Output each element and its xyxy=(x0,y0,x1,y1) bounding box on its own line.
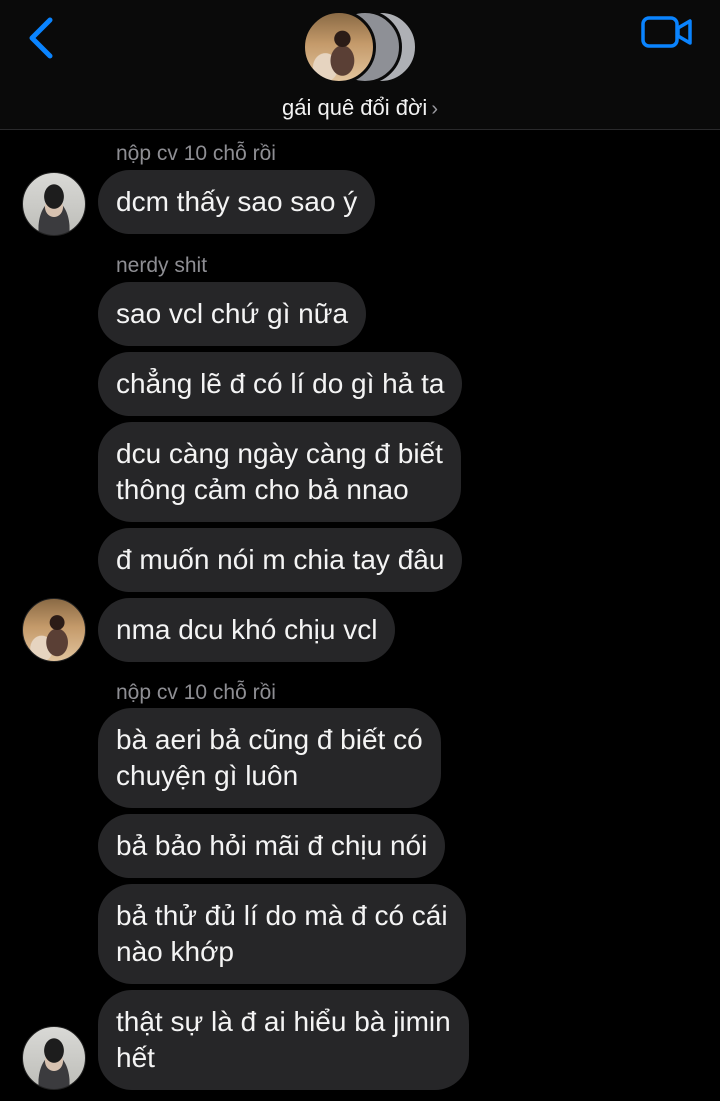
message-text: nma dcu khó chịu vcl xyxy=(116,614,378,645)
message-bubble[interactable]: đ muốn nói m chia tay đâu xyxy=(98,528,463,592)
sender-avatar[interactable] xyxy=(22,598,86,662)
message-text: bả bảo hỏi mãi đ chịu nói xyxy=(116,830,428,861)
group-name-button[interactable]: gái quê đổi đời › xyxy=(0,95,720,121)
sender-name: nerdy shit xyxy=(116,254,208,277)
sender-name: nộp cv 10 chỗ rồi xyxy=(116,142,276,165)
message-bubble[interactable]: bà aeri bả cũng đ biết có chuyện gì luôn xyxy=(98,708,441,808)
message-text-line: dcu càng ngày càng đ biết xyxy=(116,438,443,469)
sender-avatar[interactable] xyxy=(22,1026,86,1090)
message-text-line: nào khớp xyxy=(116,936,235,967)
message-text-line: hết xyxy=(116,1042,155,1073)
message-text: đ muốn nói m chia tay đâu xyxy=(116,544,445,575)
video-camera-icon xyxy=(641,16,692,48)
message-text-line: chuyện gì luôn xyxy=(116,760,299,791)
message-bubble[interactable]: sao vcl chứ gì nữa xyxy=(98,282,367,346)
message-bubble[interactable]: chẳng lẽ đ có lí do gì hả ta xyxy=(98,352,463,416)
group-avatar[interactable] xyxy=(300,8,420,88)
message-text: dcm thấy sao sao ý xyxy=(116,186,358,217)
back-button[interactable] xyxy=(22,14,62,62)
message-text-line: thông cảm cho bả nnao xyxy=(116,474,409,505)
chevron-left-icon xyxy=(29,17,53,59)
message-bubble[interactable]: dcm thấy sao sao ý xyxy=(98,170,376,234)
message-bubble[interactable]: thật sự là đ ai hiểu bà jimin hết xyxy=(98,990,469,1090)
sender-avatar[interactable] xyxy=(22,172,86,236)
message-text-line: thật sự là đ ai hiểu bà jimin xyxy=(116,1006,451,1037)
message-bubble[interactable]: bả bảo hỏi mãi đ chịu nói xyxy=(98,814,446,878)
member-avatar xyxy=(302,10,376,84)
message-text-line: bả thử đủ lí do mà đ có cái xyxy=(116,900,448,931)
message-text: chẳng lẽ đ có lí do gì hả ta xyxy=(116,368,445,399)
message-text-line: bà aeri bả cũng đ biết có xyxy=(116,724,423,755)
sender-name: nộp cv 10 chỗ rồi xyxy=(116,681,276,704)
message-bubble[interactable]: bả thử đủ lí do mà đ có cái nào khớp xyxy=(98,884,466,984)
message-bubble[interactable]: dcu càng ngày càng đ biết thông cảm cho … xyxy=(98,422,461,522)
message-list[interactable]: nộp cv 10 chỗ rồi dcm thấy sao sao ý ner… xyxy=(0,130,720,1101)
message-text: sao vcl chứ gì nữa xyxy=(116,298,349,329)
message-bubble[interactable]: nma dcu khó chịu vcl xyxy=(98,598,396,662)
group-name: gái quê đổi đời xyxy=(282,95,428,120)
video-call-button[interactable] xyxy=(640,14,694,50)
chevron-right-icon: › xyxy=(431,98,438,120)
chat-header: gái quê đổi đời › xyxy=(0,0,720,130)
